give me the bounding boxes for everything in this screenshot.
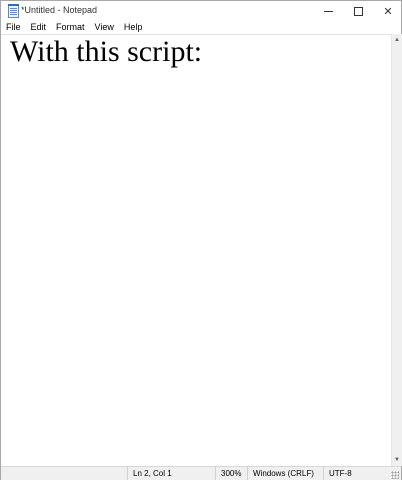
- menu-bar: File Edit Format View Help: [1, 21, 401, 34]
- maximize-icon: [353, 6, 363, 16]
- line-ending: Windows (CRLF): [247, 467, 325, 480]
- text-editor-area[interactable]: With this script:: [1, 34, 391, 467]
- editor-content[interactable]: With this script:: [10, 35, 202, 69]
- notepad-app-icon: [8, 4, 19, 18]
- menu-format[interactable]: Format: [51, 21, 90, 34]
- menu-help[interactable]: Help: [119, 21, 148, 34]
- vertical-scrollbar[interactable]: ▲ ▼: [391, 34, 402, 466]
- close-icon: ✕: [383, 4, 393, 18]
- menu-view[interactable]: View: [90, 21, 119, 34]
- status-bar: Ln 2, Col 1 300% Windows (CRLF) UTF-8: [1, 466, 401, 480]
- minimize-button[interactable]: [313, 1, 343, 21]
- minimize-icon: [323, 10, 333, 12]
- menu-edit[interactable]: Edit: [26, 21, 52, 34]
- menu-file[interactable]: File: [1, 21, 26, 34]
- zoom-level: 300%: [215, 467, 251, 480]
- scroll-down-arrow-icon[interactable]: ▼: [392, 454, 402, 466]
- window-title: *Untitled - Notepad: [21, 5, 98, 15]
- close-button[interactable]: ✕: [373, 1, 402, 21]
- encoding: UTF-8: [323, 467, 395, 480]
- maximize-button[interactable]: [343, 1, 373, 21]
- cursor-position: Ln 2, Col 1: [127, 467, 219, 480]
- title-bar[interactable]: *Untitled - Notepad ✕: [1, 1, 401, 21]
- notepad-window: *Untitled - Notepad ✕ File Edit Format V…: [0, 0, 402, 480]
- resize-grip-icon[interactable]: [391, 471, 399, 479]
- scroll-up-arrow-icon[interactable]: ▲: [392, 34, 402, 46]
